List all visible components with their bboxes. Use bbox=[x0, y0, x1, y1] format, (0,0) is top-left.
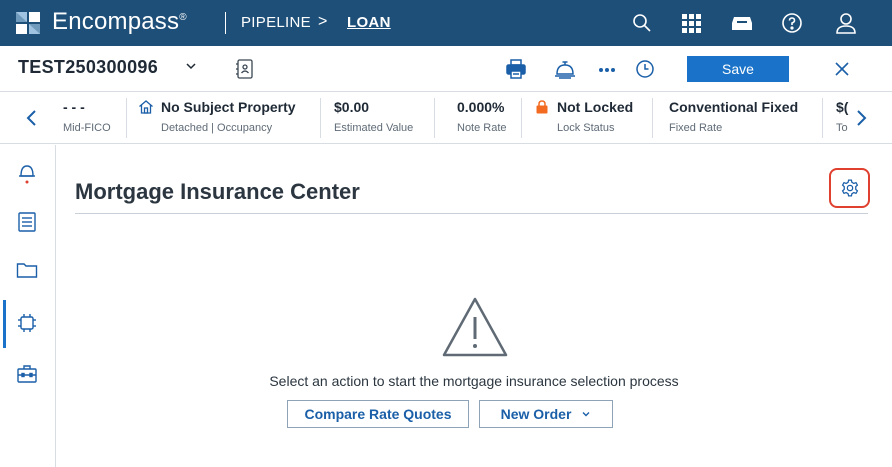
brand-text: Encompass bbox=[52, 8, 180, 35]
chevron-down-icon bbox=[582, 412, 590, 417]
header-divider bbox=[225, 12, 226, 34]
page-title: Mortgage Insurance Center bbox=[75, 179, 360, 204]
mortgage-insurance-panel: Mortgage Insurance Center Select an acti… bbox=[56, 145, 892, 467]
title-divider bbox=[75, 213, 868, 214]
brand-registered-mark: ® bbox=[179, 12, 187, 23]
print-icon[interactable] bbox=[504, 57, 528, 81]
more-icon[interactable] bbox=[595, 57, 619, 81]
summary-item-estimated-value: $0.00 Estimated Value bbox=[321, 92, 431, 144]
summary-value: $( bbox=[836, 99, 849, 115]
gear-icon[interactable] bbox=[840, 178, 860, 198]
summary-item-subject-property[interactable]: No Subject Property Detached | Occupancy bbox=[127, 92, 311, 144]
summary-item-total: $( To bbox=[823, 92, 851, 144]
active-nav-indicator bbox=[3, 300, 6, 348]
summary-label: Fixed Rate bbox=[669, 122, 723, 134]
summary-value: - - - bbox=[63, 99, 85, 115]
search-icon[interactable] bbox=[630, 11, 654, 35]
inbox-icon[interactable] bbox=[730, 11, 754, 35]
lock-icon bbox=[536, 100, 548, 114]
services-chip-icon[interactable] bbox=[15, 311, 39, 335]
chevron-down-icon[interactable] bbox=[184, 59, 198, 73]
breadcrumb-loan[interactable]: LOAN bbox=[347, 14, 391, 31]
contact-card-icon[interactable] bbox=[233, 57, 257, 81]
top-header: Encompass® PIPELINE > LOAN bbox=[0, 0, 892, 46]
summary-value: No Subject Property bbox=[161, 99, 296, 115]
breadcrumb-pipeline[interactable]: PIPELINE bbox=[241, 14, 311, 31]
summary-value: Not Locked bbox=[557, 99, 634, 115]
scroll-right-chevron-icon[interactable] bbox=[851, 106, 871, 130]
loan-number: TEST250300096 bbox=[18, 57, 158, 77]
summary-label: Detached | Occupancy bbox=[161, 122, 273, 134]
compare-rate-quotes-label: Compare Rate Quotes bbox=[304, 406, 452, 422]
brand-name: Encompass® bbox=[52, 8, 187, 36]
clock-icon[interactable] bbox=[633, 57, 657, 81]
new-order-label: New Order bbox=[500, 406, 572, 422]
summary-label: Note Rate bbox=[457, 122, 507, 134]
compare-rate-quotes-button[interactable]: Compare Rate Quotes bbox=[287, 400, 469, 428]
user-icon[interactable] bbox=[834, 11, 858, 35]
summary-label: Mid-FICO bbox=[63, 122, 111, 134]
home-icon bbox=[139, 100, 153, 114]
close-icon[interactable] bbox=[831, 58, 853, 80]
warning-icon bbox=[442, 297, 508, 357]
summary-value: 0.000% bbox=[457, 99, 505, 115]
scroll-left-chevron-icon[interactable] bbox=[22, 106, 42, 130]
save-button[interactable]: Save bbox=[687, 56, 789, 82]
summary-label: Estimated Value bbox=[334, 122, 414, 134]
settings-highlight[interactable] bbox=[829, 168, 870, 208]
summary-item-loan-program: Conventional Fixed Fixed Rate bbox=[653, 92, 823, 144]
forms-list-icon[interactable] bbox=[15, 210, 39, 234]
summary-value: $0.00 bbox=[334, 99, 370, 115]
apps-grid-icon[interactable] bbox=[679, 11, 703, 35]
loan-summary-strip: - - - Mid-FICO No Subject Property Detac… bbox=[0, 92, 892, 144]
breadcrumb-separator: > bbox=[318, 13, 328, 30]
summary-label: To bbox=[836, 122, 848, 134]
loan-title-bar: TEST250300096 Save bbox=[0, 46, 892, 92]
encompass-logo-icon bbox=[16, 12, 40, 34]
toolbox-icon[interactable] bbox=[15, 362, 39, 386]
new-order-button[interactable]: New Order bbox=[479, 400, 613, 428]
empty-state-message: Select an action to start the mortgage i… bbox=[269, 373, 679, 389]
summary-item-lock-status[interactable]: Not Locked Lock Status bbox=[522, 92, 642, 144]
notification-bell-icon[interactable] bbox=[15, 161, 39, 185]
folder-icon[interactable] bbox=[15, 258, 39, 282]
summary-item-mid-fico: - - - Mid-FICO bbox=[60, 92, 126, 144]
summary-value: Conventional Fixed bbox=[669, 99, 799, 115]
service-bell-icon[interactable] bbox=[553, 57, 577, 81]
summary-item-note-rate: 0.000% Note Rate bbox=[435, 92, 520, 144]
help-icon[interactable] bbox=[780, 11, 804, 35]
left-nav-rail bbox=[0, 145, 56, 467]
summary-label: Lock Status bbox=[557, 122, 615, 134]
